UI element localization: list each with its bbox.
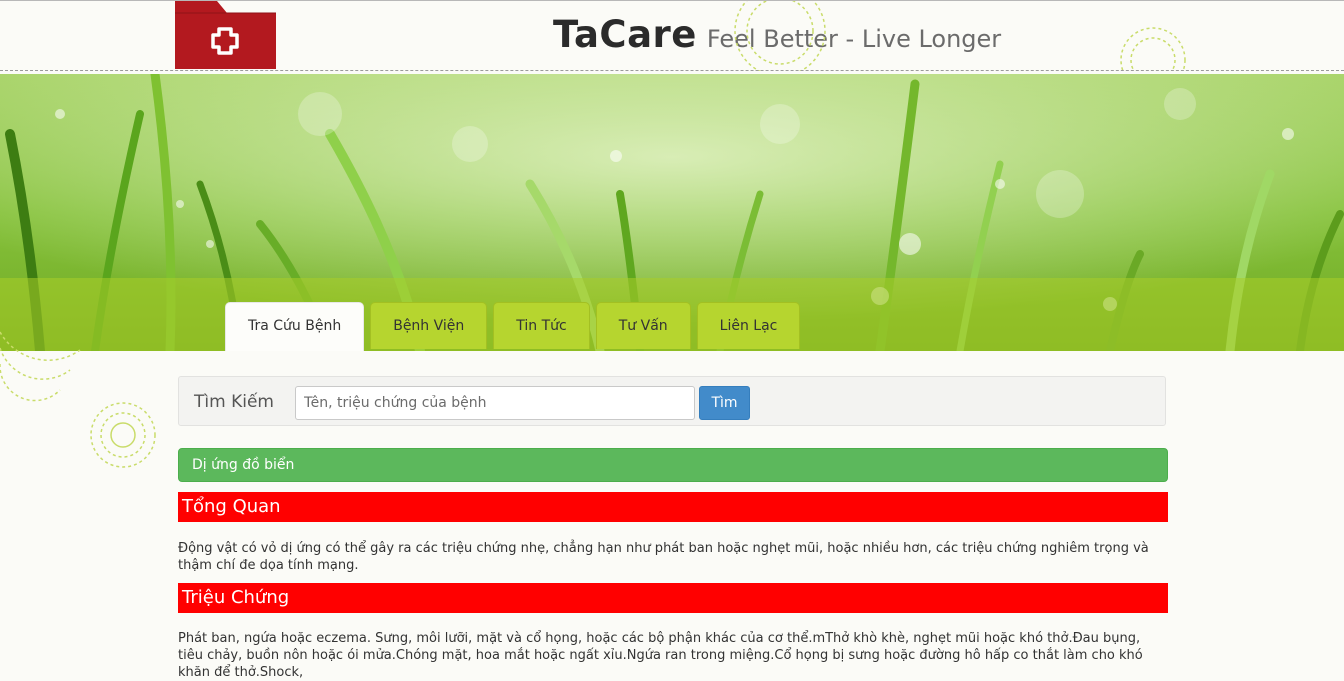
section-heading-symptoms: Triệu Chứng xyxy=(178,583,1168,613)
decorative-circles-left xyxy=(90,402,156,468)
tab-tra-cuu-benh[interactable]: Tra Cứu Bệnh xyxy=(225,302,365,351)
search-panel: Tìm Kiếm Tìm xyxy=(178,376,1166,426)
brand-tagline: Feel Better - Live Longer xyxy=(706,25,1002,53)
section-text-symptoms: Phát ban, ngứa hoặc eczema. Sưng, môi lư… xyxy=(178,631,1143,680)
tab-lien-lac[interactable]: Liên Lạc xyxy=(696,302,801,349)
search-button[interactable]: Tìm xyxy=(699,386,750,420)
header-divider xyxy=(0,70,1344,71)
medical-folder-logo[interactable] xyxy=(175,1,276,69)
decorative-circles-header-right xyxy=(1120,27,1186,71)
site-header: TaCare Feel Better - Live Longer xyxy=(0,1,1344,71)
tab-tu-van[interactable]: Tư Vấn xyxy=(595,302,691,349)
section-heading-overview: Tổng Quan xyxy=(178,492,1168,522)
main-nav-tabs: Tra Cứu Bệnh Bệnh Viện Tin Tức Tư Vấn Li… xyxy=(225,302,801,351)
tab-benh-vien[interactable]: Bệnh Viện xyxy=(370,302,488,349)
search-input[interactable] xyxy=(295,386,695,420)
brand-block: TaCare Feel Better - Live Longer xyxy=(553,13,1001,56)
search-label: Tìm Kiếm xyxy=(194,392,274,412)
section-text-overview: Động vật có vỏ dị ứng có thể gây ra các … xyxy=(178,541,1149,573)
tab-tin-tuc[interactable]: Tin Tức xyxy=(493,302,590,349)
result-title-bar[interactable]: Dị ứng đồ biển xyxy=(178,448,1168,482)
brand-name: TaCare xyxy=(553,13,697,56)
